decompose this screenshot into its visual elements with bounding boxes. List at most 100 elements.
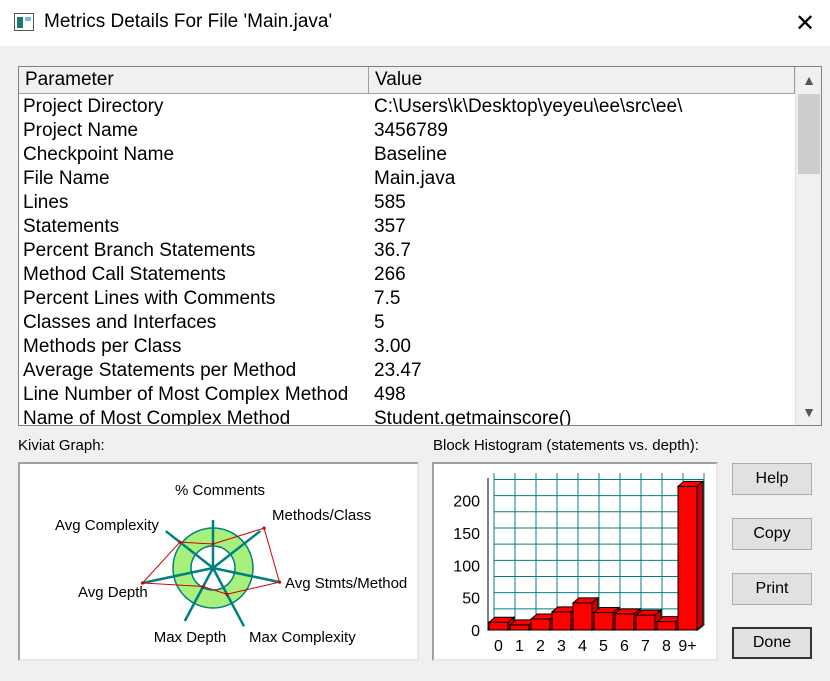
- column-header-value[interactable]: Value: [369, 67, 795, 93]
- print-button[interactable]: Print: [732, 573, 812, 605]
- value-cell: Main.java: [374, 168, 456, 189]
- title-bar: Metrics Details For File 'Main.java' ✕: [0, 0, 830, 46]
- histogram-x-tick-label: 8: [662, 638, 671, 655]
- done-button[interactable]: Done: [732, 627, 812, 659]
- histogram-bar-side: [696, 480, 704, 632]
- kiviat-series-point: [211, 542, 215, 546]
- histogram-x-tick-label: 4: [578, 638, 587, 655]
- kiviat-axis-label: Avg Depth: [78, 584, 148, 601]
- histogram-y-tick-label: 100: [453, 558, 480, 575]
- close-button[interactable]: ✕: [780, 0, 830, 46]
- histogram-x-tick-label: 1: [515, 638, 524, 655]
- value-cell: 23.47: [374, 360, 422, 381]
- table-row[interactable]: Methods per Class 3.00: [19, 335, 795, 359]
- kiviat-series-point: [201, 584, 205, 589]
- block-histogram: 0 50 100 150 200 0 1 2 3 4 5 6 7 8 9+: [432, 462, 718, 661]
- app-icon: [14, 13, 34, 31]
- parameter-cell: Project Directory: [23, 96, 164, 117]
- histogram-x-tick-label: 9+: [678, 638, 696, 655]
- histogram-svg: 0501001502000 1 2 3 4 5 6 7 8 9+: [453, 473, 706, 655]
- histogram-bar: [530, 618, 551, 631]
- vertical-scrollbar[interactable]: ▲ ▼: [795, 67, 821, 425]
- histogram-x-tick-label: 3: [557, 638, 566, 655]
- parameter-cell: Lines: [23, 192, 69, 213]
- kiviat-series-point: [178, 540, 182, 544]
- histogram-x-tick-label: 6: [620, 638, 629, 655]
- table-row[interactable]: Lines 585: [19, 191, 795, 215]
- value-cell: 7.5: [374, 288, 401, 309]
- parameter-cell: Percent Branch Statements: [23, 240, 256, 261]
- value-cell: 3.00: [374, 336, 411, 357]
- parameter-cell: Methods per Class: [23, 336, 182, 357]
- histogram-bar: [509, 624, 530, 631]
- table-row[interactable]: Project Name 3456789: [19, 119, 795, 143]
- histogram-x-tick-label: 0: [494, 638, 503, 655]
- histogram-bar: [593, 612, 614, 631]
- histogram-y-tick-label: 200: [453, 494, 480, 511]
- parameter-cell: Method Call Statements: [23, 264, 226, 285]
- histogram-x-tick-label: 2: [536, 638, 545, 655]
- scroll-down-arrow-icon[interactable]: ▼: [796, 399, 821, 425]
- table-row[interactable]: Name of Most Complex Method Student.getma…: [19, 407, 795, 426]
- kiviat-series-point: [262, 526, 266, 530]
- value-cell: 498: [374, 384, 406, 405]
- parameter-cell: File Name: [23, 168, 110, 189]
- value-cell: C:\Users\k\Desktop\yeyeu\ee\src\ee\: [374, 96, 683, 117]
- scroll-thumb[interactable]: [798, 94, 820, 174]
- parameter-cell: Checkpoint Name: [23, 144, 175, 165]
- kiviat-axis-label: Methods/Class: [272, 507, 371, 524]
- histogram-bar: [656, 621, 677, 631]
- table-rows: Project Directory C:\Users\k\Desktop\yeye…: [19, 95, 795, 426]
- kiviat-label: Kiviat Graph:: [18, 437, 105, 454]
- table-row[interactable]: Average Statements per Method 23.47: [19, 359, 795, 383]
- kiviat-axis-label: Avg Complexity: [55, 517, 159, 534]
- table-row[interactable]: Checkpoint Name Baseline: [19, 143, 795, 167]
- parameter-cell: Project Name: [23, 120, 139, 141]
- scroll-up-arrow-icon[interactable]: ▲: [796, 67, 821, 93]
- value-cell: 5: [374, 312, 385, 333]
- histogram-bar: [635, 614, 656, 631]
- histogram-x-tick-label: 5: [599, 638, 608, 655]
- kiviat-axis-label: Avg Stmts/Method: [285, 575, 407, 592]
- histogram-bar: [572, 602, 593, 631]
- table-row[interactable]: Percent Branch Statements 36.7: [19, 239, 795, 263]
- histogram-y-tick-label: 150: [453, 526, 480, 543]
- parameter-cell: Line Number of Most Complex Method: [23, 384, 349, 405]
- value-cell: Student.getmainscore(): [374, 408, 572, 426]
- table-row[interactable]: File Name Main.java: [19, 167, 795, 191]
- histogram-bar: [551, 611, 572, 631]
- histogram-x-tick-label: 7: [641, 638, 650, 655]
- value-cell: 266: [374, 264, 406, 285]
- kiviat-graph: % Comments Methods/Class Avg Stmts/Method M…: [18, 462, 419, 661]
- value-cell: 36.7: [374, 240, 411, 261]
- histogram-y-tick-label: 50: [462, 591, 480, 608]
- parameter-cell: Percent Lines with Comments: [23, 288, 276, 309]
- kiviat-axis-label: % Comments: [175, 482, 265, 499]
- histogram-bar: [677, 485, 698, 631]
- histogram-y-tick-label: 0: [471, 623, 480, 640]
- column-header-parameter[interactable]: Parameter: [19, 67, 369, 93]
- copy-button[interactable]: Copy: [732, 518, 812, 550]
- value-cell: 585: [374, 192, 406, 213]
- kiviat-svg: % Comments Methods/Class Avg Stmts/Method M…: [55, 482, 407, 646]
- kiviat-series-point: [225, 592, 229, 596]
- histogram-bar: [488, 621, 509, 631]
- window-title: Metrics Details For File 'Main.java': [44, 11, 333, 32]
- kiviat-series-point: [277, 580, 282, 584]
- table-row[interactable]: Method Call Statements 266: [19, 263, 795, 287]
- parameter-cell: Name of Most Complex Method: [23, 408, 291, 426]
- table-row[interactable]: Line Number of Most Complex Method 498: [19, 383, 795, 407]
- table-header: Parameter Value: [19, 67, 795, 94]
- table-row[interactable]: Project Directory C:\Users\k\Desktop\yeye…: [19, 95, 795, 119]
- kiviat-axis-label: Max Depth: [154, 629, 227, 646]
- histogram-bar: [614, 613, 635, 631]
- table-row[interactable]: Statements 357: [19, 215, 795, 239]
- kiviat-axis-label: Max Complexity: [249, 629, 356, 646]
- table-row[interactable]: Percent Lines with Comments 7.5: [19, 287, 795, 311]
- kiviat-series-point: [140, 581, 145, 585]
- help-button[interactable]: Help: [732, 463, 812, 495]
- value-cell: Baseline: [374, 144, 447, 165]
- parameter-cell: Statements: [23, 216, 120, 237]
- value-cell: 3456789: [374, 120, 448, 141]
- table-row[interactable]: Classes and Interfaces 5: [19, 311, 795, 335]
